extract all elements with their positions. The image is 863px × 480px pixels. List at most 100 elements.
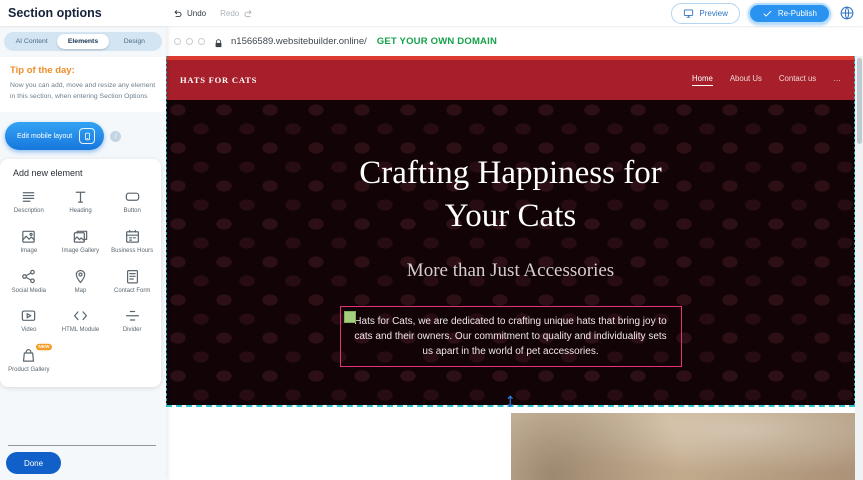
window-dot bbox=[174, 38, 181, 45]
nav-home[interactable]: Home bbox=[692, 74, 713, 86]
map-icon bbox=[72, 268, 89, 285]
add-element-title: Add new element bbox=[13, 168, 158, 178]
element-label: Description bbox=[14, 208, 44, 216]
redo-button[interactable]: Redo bbox=[220, 8, 254, 19]
element-label: Product Gallery bbox=[8, 367, 49, 375]
check-icon bbox=[762, 8, 773, 19]
button-icon bbox=[124, 188, 141, 205]
redo-icon bbox=[243, 8, 254, 19]
sidebar-tabs: AI ContentElementsDesign bbox=[4, 32, 162, 51]
app-window: Section options Undo Redo Preview Re-Pub… bbox=[0, 0, 863, 480]
add-element-heading[interactable]: Heading bbox=[55, 188, 107, 216]
business-hours-icon bbox=[124, 228, 141, 245]
hero-paragraph-block[interactable]: Hats for Cats, we are dedicated to craft… bbox=[340, 306, 682, 367]
contact-form-icon bbox=[124, 268, 141, 285]
site-canvas: HATS FOR CATS Home About Us Contact us … Cr… bbox=[166, 56, 855, 480]
element-label: HTML Module bbox=[62, 327, 99, 335]
element-label: Image Gallery bbox=[62, 248, 99, 256]
monitor-icon bbox=[683, 8, 694, 19]
sidebar: AI ContentElementsDesign Tip of the day:… bbox=[0, 26, 166, 480]
add-element-product-gallery[interactable]: NEW Product Gallery bbox=[3, 347, 55, 375]
undo-icon bbox=[172, 8, 183, 19]
done-button[interactable]: Done bbox=[6, 452, 61, 474]
lock-icon bbox=[213, 36, 224, 47]
nav-about-us[interactable]: About Us bbox=[730, 74, 762, 86]
sidebar-divider bbox=[8, 445, 156, 446]
video-icon bbox=[20, 307, 37, 324]
nav-more[interactable]: … bbox=[833, 74, 841, 86]
hero-section: Crafting Happiness for Your Cats More th… bbox=[166, 100, 855, 405]
element-resize-handle[interactable] bbox=[344, 311, 356, 323]
image-icon bbox=[20, 228, 37, 245]
republish-button[interactable]: Re-Publish bbox=[748, 3, 831, 24]
tab-ai-content[interactable]: AI Content bbox=[6, 34, 57, 49]
window-dot bbox=[198, 38, 205, 45]
edit-mobile-layout-button[interactable]: Edit mobile layout bbox=[5, 122, 104, 150]
preview-button[interactable]: Preview bbox=[671, 3, 739, 24]
tip-title: Tip of the day: bbox=[10, 65, 156, 76]
edit-mobile-label: Edit mobile layout bbox=[17, 133, 72, 140]
divider-icon bbox=[124, 307, 141, 324]
topbar: Section options Undo Redo Preview Re-Pub… bbox=[0, 0, 863, 26]
add-element-social-media[interactable]: Social Media bbox=[3, 268, 55, 296]
add-element-business-hours[interactable]: Business Hours bbox=[106, 228, 158, 256]
add-element-description[interactable]: Description bbox=[3, 188, 55, 216]
tip-of-the-day: Tip of the day: Now you can add, move an… bbox=[0, 57, 166, 112]
hero-subtitle[interactable]: More than Just Accessories bbox=[407, 260, 614, 282]
element-label: Button bbox=[123, 208, 140, 216]
add-element-divider[interactable]: Divider bbox=[106, 307, 158, 335]
social-media-icon bbox=[20, 268, 37, 285]
hero-paragraph: Hats for Cats, we are dedicated to craft… bbox=[353, 314, 669, 359]
element-label: Social Media bbox=[12, 288, 46, 296]
undo-label: Undo bbox=[187, 9, 206, 18]
scrollbar bbox=[855, 56, 863, 480]
redo-label: Redo bbox=[220, 9, 239, 18]
next-section-photo[interactable] bbox=[511, 413, 856, 480]
element-label: Business Hours bbox=[111, 248, 153, 256]
add-element-button[interactable]: Button bbox=[106, 188, 158, 216]
add-element-html-module[interactable]: HTML Module bbox=[55, 307, 107, 335]
add-element-contact-form[interactable]: Contact Form bbox=[106, 268, 158, 296]
add-element-video[interactable]: Video bbox=[3, 307, 55, 335]
hero-title[interactable]: Crafting Happiness for Your Cats bbox=[359, 152, 661, 238]
add-element-map[interactable]: Map bbox=[55, 268, 107, 296]
hero-title-line1: Crafting Happiness for bbox=[359, 155, 661, 191]
tab-elements[interactable]: Elements bbox=[57, 34, 108, 49]
preview-label: Preview bbox=[699, 9, 727, 18]
add-element-panel: Add new element Description Heading Button… bbox=[0, 159, 161, 387]
description-icon bbox=[20, 188, 37, 205]
new-badge: NEW bbox=[36, 344, 52, 350]
republish-label: Re-Publish bbox=[778, 9, 817, 18]
window-dot bbox=[186, 38, 193, 45]
element-grid: Description Heading Button Image Image Galle… bbox=[3, 188, 158, 375]
element-label: Image bbox=[20, 248, 37, 256]
site-header: HATS FOR CATS Home About Us Contact us … bbox=[166, 60, 855, 100]
get-own-domain-link[interactable]: GET YOUR OWN DOMAIN bbox=[377, 36, 497, 47]
element-label: Video bbox=[21, 327, 36, 335]
page-title: Section options bbox=[8, 6, 102, 20]
workspace: n1566589.websitebuilder.online/ GET YOUR… bbox=[166, 26, 863, 480]
info-icon[interactable]: i bbox=[110, 131, 121, 142]
element-label: Contact Form bbox=[114, 288, 150, 296]
tip-body: Now you can add, move and resize any ele… bbox=[10, 81, 156, 102]
scrollbar-thumb[interactable] bbox=[857, 58, 862, 144]
tab-design[interactable]: Design bbox=[109, 34, 160, 49]
site-url-link[interactable]: n1566589.websitebuilder.online/ bbox=[231, 36, 367, 47]
image-gallery-icon bbox=[72, 228, 89, 245]
language-globe-button[interactable] bbox=[839, 5, 855, 21]
site-logo[interactable]: HATS FOR CATS bbox=[180, 75, 257, 85]
phone-icon bbox=[79, 128, 95, 144]
html-module-icon bbox=[72, 307, 89, 324]
site-nav: Home About Us Contact us … bbox=[692, 74, 841, 86]
nav-contact-us[interactable]: Contact us bbox=[779, 74, 816, 86]
browser-bar: n1566589.websitebuilder.online/ GET YOUR… bbox=[166, 26, 863, 57]
add-element-image-gallery[interactable]: Image Gallery bbox=[55, 228, 107, 256]
element-label: Heading bbox=[69, 208, 91, 216]
history-controls: Undo Redo bbox=[172, 8, 254, 19]
hero-title-line2: Your Cats bbox=[445, 198, 576, 234]
add-element-image[interactable]: Image bbox=[3, 228, 55, 256]
product-gallery-icon bbox=[20, 347, 37, 364]
globe-icon bbox=[839, 5, 855, 21]
undo-button[interactable]: Undo bbox=[172, 8, 206, 19]
topbar-actions: Preview Re-Publish bbox=[671, 3, 855, 24]
